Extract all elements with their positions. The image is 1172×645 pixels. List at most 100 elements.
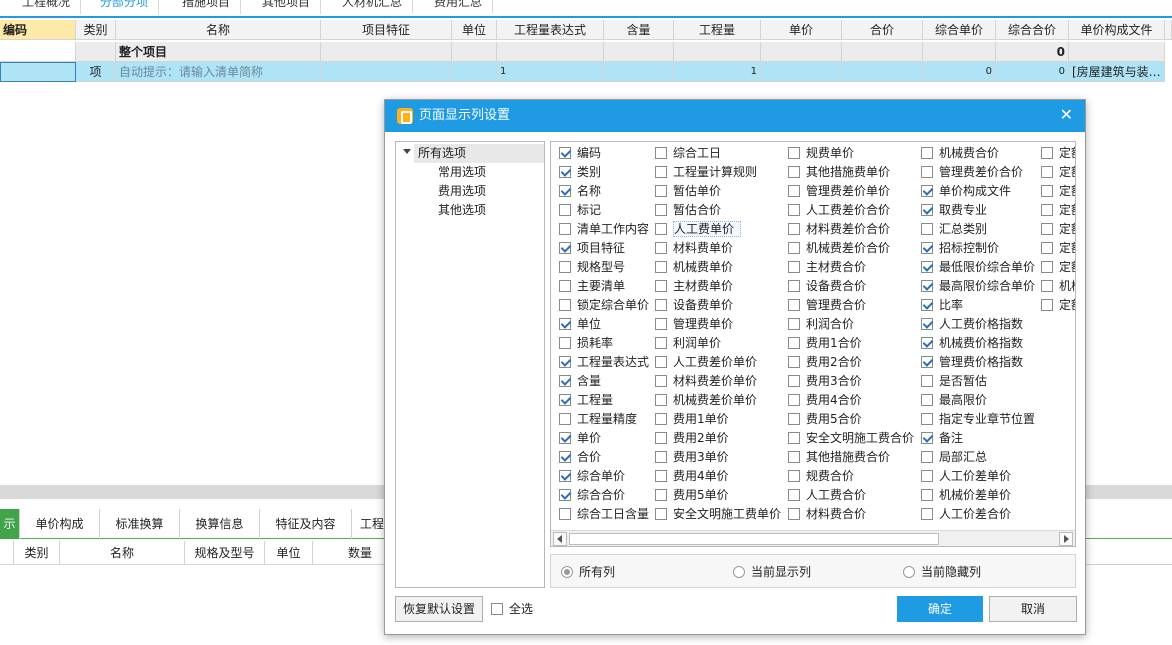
checkbox-checked-icon[interactable] xyxy=(559,432,571,444)
checkbox-unchecked-icon[interactable] xyxy=(559,508,571,520)
checkbox-checked-icon[interactable] xyxy=(559,318,571,330)
checkbox-unchecked-icon[interactable] xyxy=(559,204,571,216)
column-option-item[interactable]: 费用4合价 xyxy=(788,391,862,410)
column-option-item[interactable]: 定额 xyxy=(1041,182,1075,201)
checkbox-checked-icon[interactable] xyxy=(921,185,933,197)
checkbox-unchecked-icon[interactable] xyxy=(655,318,667,330)
lower-col-unit[interactable]: 单位 xyxy=(265,541,313,565)
col-header-composite-total[interactable]: 综合合价 xyxy=(996,20,1069,40)
checkbox-unchecked-icon[interactable] xyxy=(1041,299,1053,311)
checkbox-unchecked-icon[interactable] xyxy=(921,223,933,235)
checkbox-checked-icon[interactable] xyxy=(921,356,933,368)
tab-project-overview[interactable]: 工程概况 xyxy=(12,0,82,14)
checkbox-unchecked-icon[interactable] xyxy=(921,413,933,425)
checkbox-unchecked-icon[interactable] xyxy=(655,299,667,311)
checkbox-unchecked-icon[interactable] xyxy=(788,413,800,425)
checkbox-unchecked-icon[interactable] xyxy=(788,242,800,254)
column-option-item[interactable]: 标记 xyxy=(559,201,601,220)
column-option-item[interactable]: 机械费价格指数 xyxy=(921,334,1023,353)
column-option-item[interactable]: 人工价差合价 xyxy=(921,505,1011,524)
checkbox-checked-icon[interactable] xyxy=(921,318,933,330)
column-option-item[interactable]: 定额 xyxy=(1041,296,1075,315)
checkbox-unchecked-icon[interactable] xyxy=(655,451,667,463)
col-header-code[interactable]: 编码 xyxy=(0,20,76,40)
tab-labor-material-summary[interactable]: 人材机汇总 xyxy=(332,0,414,14)
column-option-item[interactable]: 费用1单价 xyxy=(655,410,729,429)
scroll-right-icon[interactable] xyxy=(1059,532,1073,546)
checkbox-checked-icon[interactable] xyxy=(559,242,571,254)
checkbox-unchecked-icon[interactable] xyxy=(559,261,571,273)
checkbox-checked-icon[interactable] xyxy=(559,185,571,197)
checkbox-unchecked-icon[interactable] xyxy=(1041,280,1053,292)
checkbox-checked-icon[interactable] xyxy=(921,337,933,349)
column-option-item[interactable]: 机械费差价单价 xyxy=(655,391,757,410)
tab-cost-summary[interactable]: 费用汇总 xyxy=(424,0,494,14)
cell-expr[interactable]: 1 xyxy=(497,62,604,82)
column-option-item[interactable]: 综合工日 xyxy=(655,144,721,163)
column-option-item[interactable]: 费用2单价 xyxy=(655,429,729,448)
checkbox-checked-icon[interactable] xyxy=(559,147,571,159)
column-option-item[interactable]: 利润单价 xyxy=(655,334,721,353)
tab-standard-conversion[interactable]: 标准换算 xyxy=(100,509,180,539)
col-header-composite-unit-price[interactable]: 综合单价 xyxy=(923,20,996,40)
checkbox-checked-icon[interactable] xyxy=(559,451,571,463)
horizontal-scrollbar[interactable] xyxy=(551,530,1075,546)
column-option-item[interactable]: 费用4单价 xyxy=(655,467,729,486)
checkbox-unchecked-icon[interactable] xyxy=(788,299,800,311)
checkbox-unchecked-icon[interactable] xyxy=(655,337,667,349)
checkbox-unchecked-icon[interactable] xyxy=(559,280,571,292)
radio-all-columns[interactable]: 所有列 xyxy=(561,564,615,580)
column-option-item[interactable]: 费用3单价 xyxy=(655,448,729,467)
column-option-item[interactable]: 机械价差单价 xyxy=(921,486,1011,505)
checkbox-checked-icon[interactable] xyxy=(921,432,933,444)
checkbox-unchecked-icon[interactable] xyxy=(1041,261,1053,273)
cell-composite-total[interactable]: 0 xyxy=(996,42,1069,62)
cell-content[interactable] xyxy=(604,42,674,62)
cell-features[interactable] xyxy=(321,62,452,82)
checkbox-unchecked-icon[interactable] xyxy=(921,508,933,520)
column-option-item[interactable]: 人工费单价 xyxy=(655,220,742,239)
checkbox-unchecked-icon[interactable] xyxy=(921,166,933,178)
column-option-item[interactable]: 规格型号 xyxy=(559,258,625,277)
cell-name[interactable]: 自动提示：请输入清单简称 xyxy=(116,62,321,82)
grid-row-item[interactable]: 项 自动提示：请输入清单简称 1 1 0 0 [房屋建筑与装… xyxy=(0,62,1172,82)
cell-unit-price[interactable] xyxy=(761,42,842,62)
radio-dot[interactable] xyxy=(903,566,915,578)
column-option-item[interactable]: 最高限价综合单价 xyxy=(921,277,1035,296)
checkbox-unchecked-icon[interactable] xyxy=(788,261,800,273)
column-option-item[interactable]: 规费单价 xyxy=(788,144,854,163)
ok-button[interactable]: 确定 xyxy=(897,596,983,622)
column-option-item[interactable]: 费用5合价 xyxy=(788,410,862,429)
checkbox-unchecked-icon[interactable] xyxy=(655,470,667,482)
column-option-item[interactable]: 管理费价格指数 xyxy=(921,353,1023,372)
checkbox-unchecked-icon[interactable] xyxy=(655,508,667,520)
checkbox-unchecked-icon[interactable] xyxy=(921,394,933,406)
tree-node-cost-options[interactable]: 费用选项 xyxy=(438,182,486,201)
col-header-features[interactable]: 项目特征 xyxy=(321,20,452,40)
column-option-item[interactable]: 清单工作内容 xyxy=(559,220,649,239)
tab-conversion-info[interactable]: 换算信息 xyxy=(180,509,260,539)
tab-price-composition[interactable]: 单价构成 xyxy=(20,509,100,539)
column-option-item[interactable]: 是否暂估 xyxy=(921,372,987,391)
checkbox-unchecked-icon[interactable] xyxy=(559,337,571,349)
col-header-type[interactable]: 类别 xyxy=(76,20,116,40)
checkbox-unchecked-icon[interactable] xyxy=(788,470,800,482)
column-option-item[interactable]: 材料费差价单价 xyxy=(655,372,757,391)
column-option-item[interactable]: 单位 xyxy=(559,315,601,334)
column-option-item[interactable]: 管理费单价 xyxy=(655,315,733,334)
cell-features[interactable] xyxy=(321,42,452,62)
column-option-item[interactable]: 定额 xyxy=(1041,258,1075,277)
column-option-item[interactable]: 安全文明施工费单价 xyxy=(655,505,781,524)
cell-expr[interactable] xyxy=(497,42,604,62)
checkbox-unchecked-icon[interactable] xyxy=(788,280,800,292)
tree-node-other-options[interactable]: 其他选项 xyxy=(438,201,486,220)
column-option-item[interactable]: 指定专业章节位置 xyxy=(921,410,1035,429)
close-icon[interactable]: ✕ xyxy=(1060,105,1073,125)
lower-col-spec[interactable]: 规格及型号 xyxy=(185,541,265,565)
radio-dot[interactable] xyxy=(561,566,573,578)
column-option-item[interactable]: 机械费差价合价 xyxy=(788,239,890,258)
checkbox-checked-icon[interactable] xyxy=(559,470,571,482)
column-option-item[interactable]: 工程量精度 xyxy=(559,410,637,429)
scroll-thumb[interactable] xyxy=(569,533,939,545)
checkbox-checked-icon[interactable] xyxy=(921,261,933,273)
